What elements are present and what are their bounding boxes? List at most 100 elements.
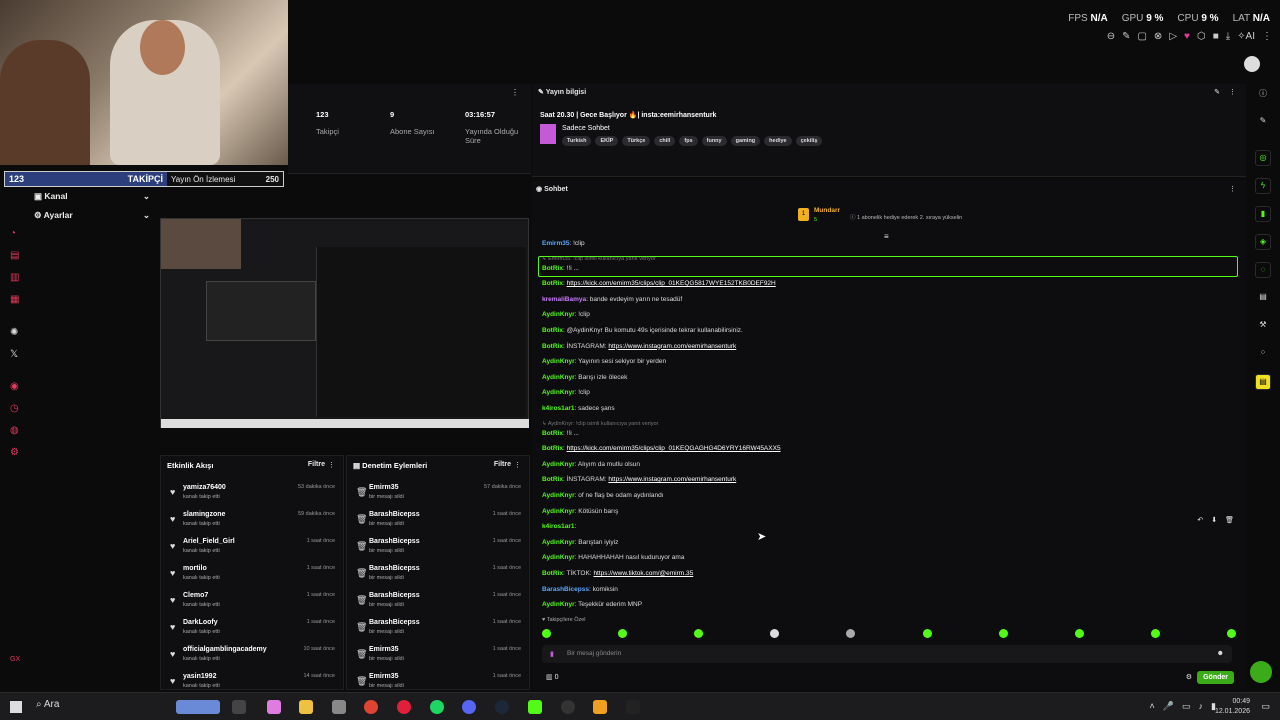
chat-username[interactable]: k4iros1ar1: [542, 405, 575, 412]
activity-row[interactable]: ♥ officialgamblingacademy kanalı takip e…: [161, 642, 343, 669]
chat-message[interactable]: AydinKnyr: !clip: [542, 311, 590, 318]
more-icon[interactable]: ⋮: [1262, 31, 1272, 42]
stream-preview[interactable]: [160, 218, 529, 428]
chat-message[interactable]: BarashBicepss: komiksin: [542, 586, 618, 593]
chat-username[interactable]: BotRix: [542, 430, 563, 437]
moderation-row[interactable]: 🗑 Emirm35 bir mesajı sildi 1 saat önce: [347, 642, 529, 669]
widget-icon[interactable]: ◎: [1255, 150, 1271, 166]
moderation-row[interactable]: 🗑 BarashBicepss bir mesajı sildi 1 saat …: [347, 588, 529, 615]
chat-link[interactable]: https://kick.com/emirm35/clips/clip_01KE…: [567, 445, 781, 452]
tag[interactable]: çekiliş: [795, 136, 823, 146]
chat-message[interactable]: AydinKnyr: HAHAHHAHAH nasıl kuduruyor am…: [542, 554, 684, 561]
dots-icon[interactable]: ⁘: [1255, 346, 1271, 362]
mod-icon[interactable]: ▦: [10, 294, 19, 305]
chat-message[interactable]: AydinKnyr: Barıştan iyiyiz: [542, 539, 618, 546]
play-icon[interactable]: ▷: [1169, 31, 1177, 42]
chat-icon[interactable]: ◈: [1255, 234, 1271, 250]
more-icon[interactable]: ⋮: [514, 461, 521, 469]
moderation-row[interactable]: 🗑 BarashBicepss bir mesajı sildi 1 saat …: [347, 561, 529, 588]
openai-icon[interactable]: ✺: [10, 327, 18, 338]
chat-username[interactable]: AydinKnyr: [542, 358, 575, 365]
weather-icon[interactable]: [176, 700, 220, 714]
bolt-icon[interactable]: ϟ: [1255, 178, 1271, 194]
activity-row[interactable]: ♥ yamiza76400 kanalı takip etti 53 dakik…: [161, 480, 343, 507]
nav-ayarlar[interactable]: ⚙ Ayarlar ⌄: [34, 210, 150, 221]
capcut-icon[interactable]: [626, 700, 640, 714]
spotify-icon[interactable]: [430, 700, 444, 714]
discord-icon[interactable]: [462, 700, 476, 714]
chat-message[interactable]: AydinKnyr: Kötüsün barış: [542, 508, 618, 515]
chat-username[interactable]: BotRix: [542, 327, 563, 334]
chat-username[interactable]: AydinKnyr: [542, 601, 575, 608]
activity-row[interactable]: ♥ mortilo kanalı takip etti 1 saat önce: [161, 561, 343, 588]
reply-icon[interactable]: ↶: [1197, 516, 1203, 524]
emote-icon[interactable]: [1074, 629, 1084, 638]
chat-message[interactable]: BotRix: İNSTAGRAM: https://www.instagram…: [542, 343, 736, 350]
emote-icon[interactable]: [998, 629, 1008, 638]
more-icon[interactable]: ⋮: [1229, 88, 1236, 96]
chat-username[interactable]: AydinKnyr: [542, 389, 575, 396]
chat-input[interactable]: ▮ Bir mesaj gönderin ☻: [542, 645, 1232, 663]
chat-username[interactable]: kremaliBamya: [542, 296, 586, 303]
activity-row[interactable]: ♥ Clemo7 kanalı takip etti 1 saat önce: [161, 588, 343, 615]
chat-link[interactable]: https://www.tiktok.com/@emirm.35: [593, 570, 693, 577]
chat-message[interactable]: AydinKnyr: !clip: [542, 389, 590, 396]
edit-icon[interactable]: ✎: [1255, 114, 1271, 130]
tools-icon[interactable]: ▤: [10, 250, 19, 261]
chat-fab-icon[interactable]: [1250, 661, 1272, 683]
tag[interactable]: Turkish: [562, 136, 592, 146]
taskview-icon[interactable]: [232, 700, 246, 714]
chat-username[interactable]: AydinKnyr: [542, 461, 575, 468]
settings-icon[interactable]: ⚙: [10, 447, 19, 458]
tag[interactable]: hediye: [764, 136, 792, 146]
chat-username[interactable]: AydinKnyr: [542, 508, 575, 515]
chat-message[interactable]: BotRix: @AydinKnyr Bu komutu 49s içerisi…: [542, 327, 743, 334]
zoom-out-icon[interactable]: ⊖: [1107, 31, 1115, 42]
chat-message[interactable]: AydinKnyr: Yayının sesi sekiyor bir yerd…: [542, 358, 666, 365]
filter-button[interactable]: Filtre: [308, 461, 325, 468]
emote-icon[interactable]: [694, 629, 704, 638]
moderation-row[interactable]: 🗑 BarashBicepss bir mesajı sildi 1 saat …: [347, 534, 529, 561]
emote-icon[interactable]: [1226, 629, 1236, 638]
tag[interactable]: EKİP: [595, 136, 619, 146]
send-button[interactable]: Gönder: [1197, 671, 1234, 684]
chat-message[interactable]: Emirm35: !clip: [542, 240, 585, 247]
obs-icon[interactable]: [561, 700, 575, 714]
opera-icon[interactable]: [397, 700, 411, 714]
taskbar-search[interactable]: ⌕ Ara: [36, 699, 59, 710]
chat-message[interactable]: AydinKnyr: of ne flaş be odam aydınlandı: [542, 492, 664, 499]
chat-username[interactable]: AydinKnyr: [542, 539, 575, 546]
pin-icon[interactable]: ✎: [1122, 31, 1130, 42]
tag[interactable]: gaming: [730, 136, 761, 146]
chat-username[interactable]: AydinKnyr: [542, 311, 575, 318]
moderation-row[interactable]: 🗑 BarashBicepss bir mesajı sildi 1 saat …: [347, 615, 529, 642]
chat-link[interactable]: https://kick.com/emirm35/clips/clip_01KE…: [567, 280, 776, 287]
emote-icon[interactable]: [846, 629, 856, 638]
chat-message[interactable]: AydinKnyr: Alıyım da mutlu olsun: [542, 461, 640, 468]
close-icon[interactable]: ⊗: [1154, 31, 1162, 42]
chat-message[interactable]: kremaliBamya: bande evdeyim yarın ne tes…: [542, 296, 682, 303]
copilot-icon[interactable]: [267, 700, 281, 714]
more-icon[interactable]: ⋮: [511, 88, 519, 97]
discord-icon[interactable]: ◍: [10, 425, 19, 436]
settings-icon[interactable]: ⚙: [1186, 673, 1192, 681]
emote-icon[interactable]: [1150, 629, 1160, 638]
chat-message[interactable]: BotRix: İNSTAGRAM: https://www.instagram…: [542, 476, 736, 483]
chat-message[interactable]: BotRix: !!i ...: [542, 430, 579, 437]
chat-message[interactable]: k4iros1ar1: sadece şans: [542, 405, 615, 412]
emote-icon[interactable]: [542, 629, 551, 638]
edit-icon[interactable]: ✎: [1214, 88, 1220, 96]
activity-row[interactable]: ♥ Ariel_Field_Girl kanalı takip etti 1 s…: [161, 534, 343, 561]
chat-message[interactable]: BotRix: https://kick.com/emirm35/clips/c…: [542, 280, 776, 287]
chat-message[interactable]: BotRix: TİKTOK: https://www.tiktok.com/@…: [542, 570, 693, 577]
chat-message[interactable]: AydinKnyr: Teşekkür ederim MNP: [542, 601, 642, 608]
nav-kanal[interactable]: ▣ Kanal ⌄: [34, 191, 150, 202]
x-icon[interactable]: 𝕏: [10, 349, 18, 360]
activity-row[interactable]: ♥ slamingzone kanalı takip etti 59 dakik…: [161, 507, 343, 534]
settings-icon[interactable]: [332, 700, 346, 714]
emote-icon[interactable]: [770, 629, 780, 638]
doc-icon[interactable]: ▮: [1255, 206, 1271, 222]
filter-button[interactable]: Filtre: [494, 461, 511, 468]
radio-icon[interactable]: ◌: [1255, 262, 1271, 278]
info-icon[interactable]: ⓘ: [1255, 87, 1271, 103]
